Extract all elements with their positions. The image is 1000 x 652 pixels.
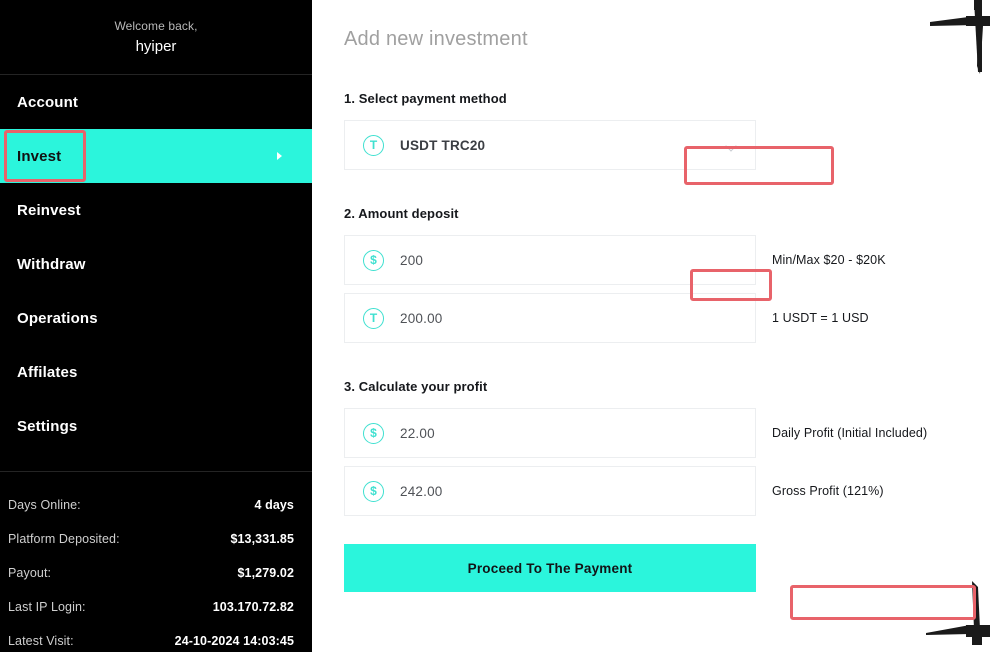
amount-usdt-row: T 200.00 1 USDT = 1 USD — [344, 293, 1000, 343]
daily-profit-row: $ 22.00 Daily Profit (Initial Included) — [344, 408, 1000, 458]
sparkle-icon — [926, 581, 998, 652]
minmax-note: Min/Max $20 - $20K — [772, 253, 886, 267]
cta-wrapper: Proceed To The Payment — [344, 544, 756, 592]
stat-label: Platform Deposited: — [8, 532, 120, 546]
stat-label: Days Online: — [8, 498, 81, 512]
stat-value: $1,279.02 — [237, 566, 294, 580]
stat-value: $13,331.85 — [230, 532, 294, 546]
payment-method-row: T USDT TRC20 — [344, 120, 1000, 170]
amount-usdt-input[interactable]: T 200.00 — [344, 293, 756, 343]
proceed-to-payment-button[interactable]: Proceed To The Payment — [344, 544, 756, 592]
payment-method-value: USDT TRC20 — [400, 137, 486, 153]
stat-value: 24-10-2024 14:03:45 — [174, 634, 294, 648]
welcome-header: Welcome back, hyiper — [0, 0, 312, 75]
amount-usd-input[interactable]: $ 200 — [344, 235, 756, 285]
payment-method-select[interactable]: T USDT TRC20 — [344, 120, 756, 170]
tether-icon: T — [363, 307, 384, 329]
stat-label: Last IP Login: — [8, 600, 86, 614]
page-title: Add new investment — [344, 28, 528, 50]
sidebar-item-label: Affilates — [17, 363, 78, 381]
stat-label: Payout: — [8, 566, 52, 580]
amount-usdt-value: 200.00 — [400, 310, 443, 326]
sidebar-item-label: Settings — [17, 417, 78, 435]
stat-row: Payout: $1,279.02 — [8, 566, 294, 600]
amount-usd-value: 200 — [400, 252, 424, 268]
stat-row: Days Online: 4 days — [8, 498, 294, 532]
sidebar-item-label: Reinvest — [17, 201, 81, 219]
tether-icon: T — [363, 134, 384, 156]
username-label: hyiper — [135, 37, 177, 55]
daily-profit-field: $ 22.00 — [344, 408, 756, 458]
annotation-box-cta — [790, 585, 976, 620]
step2-label: 2. Amount deposit — [344, 206, 459, 221]
sidebar-item-label: Withdraw — [17, 255, 86, 273]
app-root: Welcome back, hyiper Account Invest Rein… — [0, 0, 1000, 652]
stat-label: Latest Visit: — [8, 634, 74, 648]
sidebar-item-settings[interactable]: Settings — [0, 399, 312, 453]
sidebar-item-affilates[interactable]: Affilates — [0, 345, 312, 399]
sidebar: Welcome back, hyiper Account Invest Rein… — [0, 0, 312, 652]
daily-profit-value: 22.00 — [400, 425, 435, 441]
dollar-icon: $ — [363, 249, 384, 271]
sidebar-item-reinvest[interactable]: Reinvest — [0, 183, 312, 237]
chevron-down-icon[interactable] — [725, 140, 737, 152]
stat-value: 4 days — [254, 498, 294, 512]
amount-usd-row: $ 200 Min/Max $20 - $20K — [344, 235, 1000, 285]
sidebar-item-label: Operations — [17, 309, 98, 327]
chevron-right-icon — [277, 152, 282, 160]
sidebar-item-withdraw[interactable]: Withdraw — [0, 237, 312, 291]
sidebar-item-operations[interactable]: Operations — [0, 291, 312, 345]
gross-profit-field: $ 242.00 — [344, 466, 756, 516]
rate-note: 1 USDT = 1 USD — [772, 311, 869, 325]
main-content: Add new investment 1. Select payment met… — [312, 0, 1000, 652]
dollar-icon: $ — [363, 480, 384, 502]
daily-profit-note: Daily Profit (Initial Included) — [772, 426, 928, 440]
gross-profit-row: $ 242.00 Gross Profit (121%) — [344, 466, 1000, 516]
sidebar-item-invest[interactable]: Invest — [0, 129, 312, 183]
sidebar-nav: Account Invest Reinvest Withdraw Operati… — [0, 75, 312, 453]
dollar-icon: $ — [363, 422, 384, 444]
stat-row: Platform Deposited: $13,331.85 — [8, 532, 294, 566]
stat-row: Latest Visit: 24-10-2024 14:03:45 — [8, 634, 294, 652]
step3-label: 3. Calculate your profit — [344, 379, 488, 394]
gross-profit-value: 242.00 — [400, 483, 443, 499]
sidebar-item-label: Account — [17, 93, 79, 111]
stat-value: 103.170.72.82 — [212, 600, 294, 614]
gross-profit-note: Gross Profit (121%) — [772, 484, 884, 498]
step1-label: 1. Select payment method — [344, 91, 507, 106]
stat-row: Last IP Login: 103.170.72.82 — [8, 600, 294, 634]
welcome-label: Welcome back, — [114, 18, 198, 33]
sidebar-item-label: Invest — [17, 147, 62, 165]
sidebar-item-account[interactable]: Account — [0, 75, 312, 129]
sidebar-divider — [0, 471, 312, 472]
sidebar-stats: Days Online: 4 days Platform Deposited: … — [0, 498, 312, 652]
